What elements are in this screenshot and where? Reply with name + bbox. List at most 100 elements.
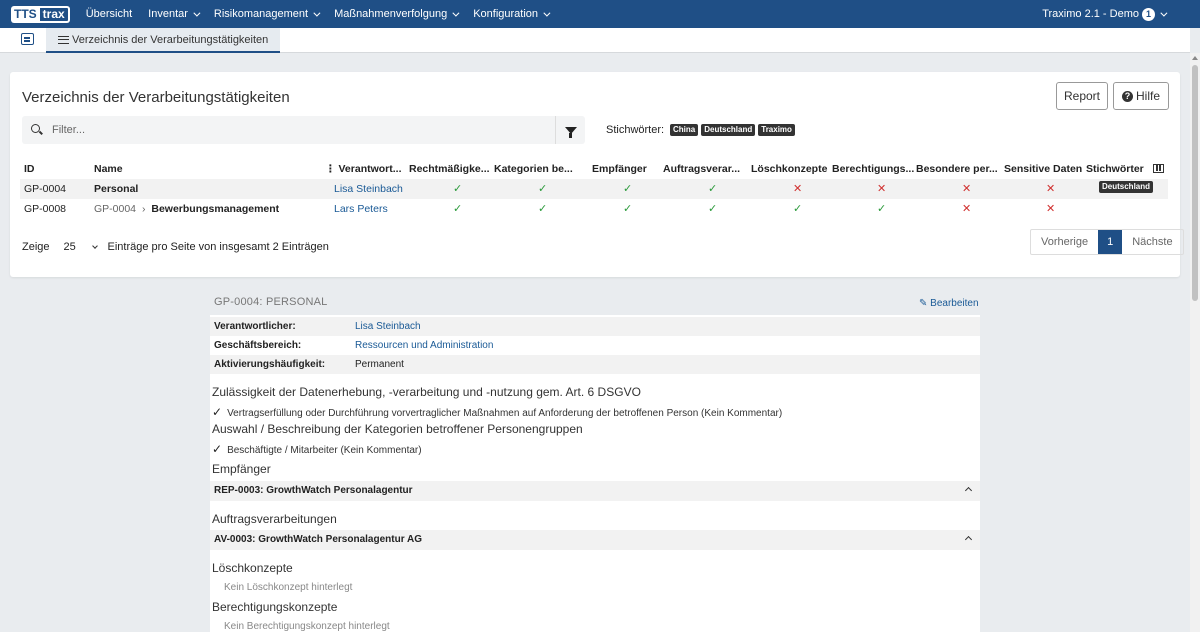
page-size-control: Zeige 25 Einträge pro Seite von insgesam…	[22, 237, 329, 257]
filter-input[interactable]	[52, 116, 552, 144]
deletion-empty: Kein Löschkonzept hinterlegt	[224, 582, 353, 593]
row-name: Bewerbungsmanagement	[151, 203, 280, 215]
detail-field: Aktivierungshäufigkeit: Permanent	[210, 355, 980, 374]
list-icon	[58, 35, 69, 44]
panel-title: AV-0003: GrowthWatch Personalagentur AG	[214, 534, 423, 545]
col-permission[interactable]: Berechtigungs...	[832, 159, 914, 179]
parent-id: GP-0004	[94, 203, 137, 215]
chevron-down-icon	[313, 9, 321, 17]
section-categories-heading: Auswahl / Beschreibung der Kategorien be…	[212, 422, 583, 436]
keyword-tag[interactable]: China	[670, 124, 699, 136]
permission-empty: Kein Berechtigungskonzept hinterlegt	[224, 621, 390, 632]
field-value-link[interactable]: Lisa Steinbach	[355, 317, 421, 336]
section-deletion-heading: Löschkonzepte	[212, 561, 293, 575]
check-icon: ✓	[453, 203, 463, 215]
entries-label: Einträge pro Seite von insgesamt 2 Eintr…	[107, 241, 329, 253]
scroll-up-icon[interactable]	[1192, 56, 1198, 60]
recipient-panel[interactable]: REP-0003: GrowthWatch Personalagentur	[210, 481, 980, 501]
check-icon: ✓	[793, 203, 803, 215]
section-processing-heading: Auftragsverarbeitungen	[212, 512, 337, 526]
check-icon: ✓	[538, 183, 548, 195]
legal-item: ✓ Vertragserfüllung oder Durchführung vor…	[212, 405, 782, 419]
question-icon: ?	[1121, 90, 1133, 102]
pencil-icon: ✎	[919, 298, 928, 309]
check-icon: ✓	[708, 203, 718, 215]
breadcrumb-chevron-icon: ›	[141, 203, 146, 215]
field-key: Aktivierungshäufigkeit:	[214, 359, 326, 370]
nav-label: Übersicht	[85, 8, 133, 20]
tab-bar: Verzeichnis der Verarbeitungstätigkeiten	[0, 28, 1190, 53]
scrollbar-thumb[interactable]	[1192, 65, 1198, 301]
help-button[interactable]: ? Hilfe	[1113, 82, 1169, 110]
col-label: Verantwort...	[338, 163, 402, 175]
user-label: Traximo 2.1 - Demo	[1042, 8, 1139, 20]
field-key: Geschäftsbereich:	[214, 340, 302, 351]
nav-uebersicht[interactable]: Übersicht	[86, 8, 132, 20]
funnel-icon	[564, 126, 577, 138]
row-name-path[interactable]: GP-0004 › Bewerbungsmanagement	[94, 199, 279, 219]
processing-panel[interactable]: AV-0003: GrowthWatch Personalagentur AG	[210, 530, 980, 550]
edit-link[interactable]: ✎ Bearbeiten	[919, 298, 979, 309]
page-1-button[interactable]: 1	[1098, 230, 1123, 254]
report-button[interactable]: Report	[1056, 82, 1108, 110]
keyword-tag[interactable]: Deutschland	[1099, 181, 1154, 193]
col-processing[interactable]: Auftragsverar...	[663, 159, 740, 179]
col-responsible[interactable]: ⋮ Verantwort...	[325, 159, 402, 179]
notification-badge: 1	[1142, 7, 1155, 21]
col-sensitive[interactable]: Sensitive Daten	[1004, 159, 1082, 179]
keyword-tag[interactable]: Traximo	[758, 124, 795, 136]
col-categories[interactable]: Kategorien be...	[494, 159, 573, 179]
col-legal[interactable]: Rechtmäßigke...	[409, 159, 490, 179]
dashboard-icon[interactable]	[21, 33, 34, 45]
user-menu[interactable]: Traximo 2.1 - Demo 1	[1042, 0, 1168, 28]
nav-konfiguration[interactable]: Konfiguration	[473, 8, 551, 20]
chevron-up-icon[interactable]	[964, 535, 973, 544]
page-size-value: 25	[63, 241, 76, 253]
next-page-button[interactable]: Nächste	[1122, 230, 1182, 254]
edit-label: Bearbeiten	[930, 298, 979, 309]
detail-title: GP-0004: PERSONAL	[214, 296, 328, 308]
tab-verzeichnis[interactable]: Verzeichnis der Verarbeitungstätigkeiten	[46, 28, 281, 53]
table-row[interactable]: GP-0004 Personal Lisa Steinbach ✓ ✓ ✓ ✓ …	[20, 179, 1168, 199]
col-recipients[interactable]: Empfänger	[592, 159, 647, 179]
logo-tts: TTS	[11, 5, 40, 23]
field-value: Permanent	[355, 359, 404, 370]
check-icon: ✓	[877, 203, 887, 215]
category-item: ✓ Beschäftigte / Mitarbeiter (Kein Kommen…	[212, 442, 422, 456]
keywords-label: Stichwörter:	[606, 124, 665, 136]
row-responsible-link[interactable]: Lisa Steinbach	[334, 179, 403, 199]
cross-icon: ✕	[1046, 203, 1056, 215]
chevron-down-icon	[193, 9, 201, 17]
nav-risikomanagement[interactable]: Risikomanagement	[214, 8, 321, 20]
col-name[interactable]: Name	[94, 159, 123, 179]
field-value-link[interactable]: Ressourcen und Administration	[355, 336, 493, 355]
row-responsible-link[interactable]: Lars Peters	[334, 199, 388, 219]
nav-massnahmenverfolgung[interactable]: Maßnahmenverfolgung	[334, 8, 460, 20]
check-icon: ✓	[453, 183, 463, 195]
row-name[interactable]: Personal	[94, 179, 138, 199]
page-size-select[interactable]: 25	[56, 237, 102, 257]
chevron-up-icon[interactable]	[964, 486, 973, 495]
kebab-icon[interactable]: ⋮	[325, 159, 336, 179]
row-id: GP-0004	[24, 183, 67, 195]
filter-button[interactable]	[555, 116, 585, 144]
logo-trax: trax	[39, 5, 70, 23]
check-icon: ✓	[623, 183, 633, 195]
table-row[interactable]: GP-0008 GP-0004 › Bewerbungsmanagement L…	[20, 199, 1168, 219]
col-deletion[interactable]: Löschkonzepte	[751, 159, 827, 179]
row-id: GP-0008	[24, 203, 67, 215]
columns-icon[interactable]	[1153, 159, 1164, 179]
help-label: Hilfe	[1135, 89, 1160, 103]
app-logo[interactable]: TTS trax	[11, 5, 70, 23]
cross-icon: ✕	[793, 183, 803, 195]
keyword-tags: China Deutschland Traximo	[670, 124, 795, 136]
prev-page-button[interactable]: Vorherige	[1031, 230, 1098, 254]
nav-inventar[interactable]: Inventar	[148, 8, 201, 20]
keyword-tag[interactable]: Deutschland	[701, 124, 756, 136]
col-id[interactable]: ID	[24, 159, 35, 179]
col-special[interactable]: Besondere per...	[916, 159, 998, 179]
list-card: Verzeichnis der Verarbeitungstätigkeiten…	[10, 72, 1184, 277]
vertical-scrollbar[interactable]	[1190, 53, 1200, 632]
tab-label: Verzeichnis der Verarbeitungstätigkeiten	[72, 33, 269, 46]
section-recipients-heading: Empfänger	[212, 462, 271, 476]
